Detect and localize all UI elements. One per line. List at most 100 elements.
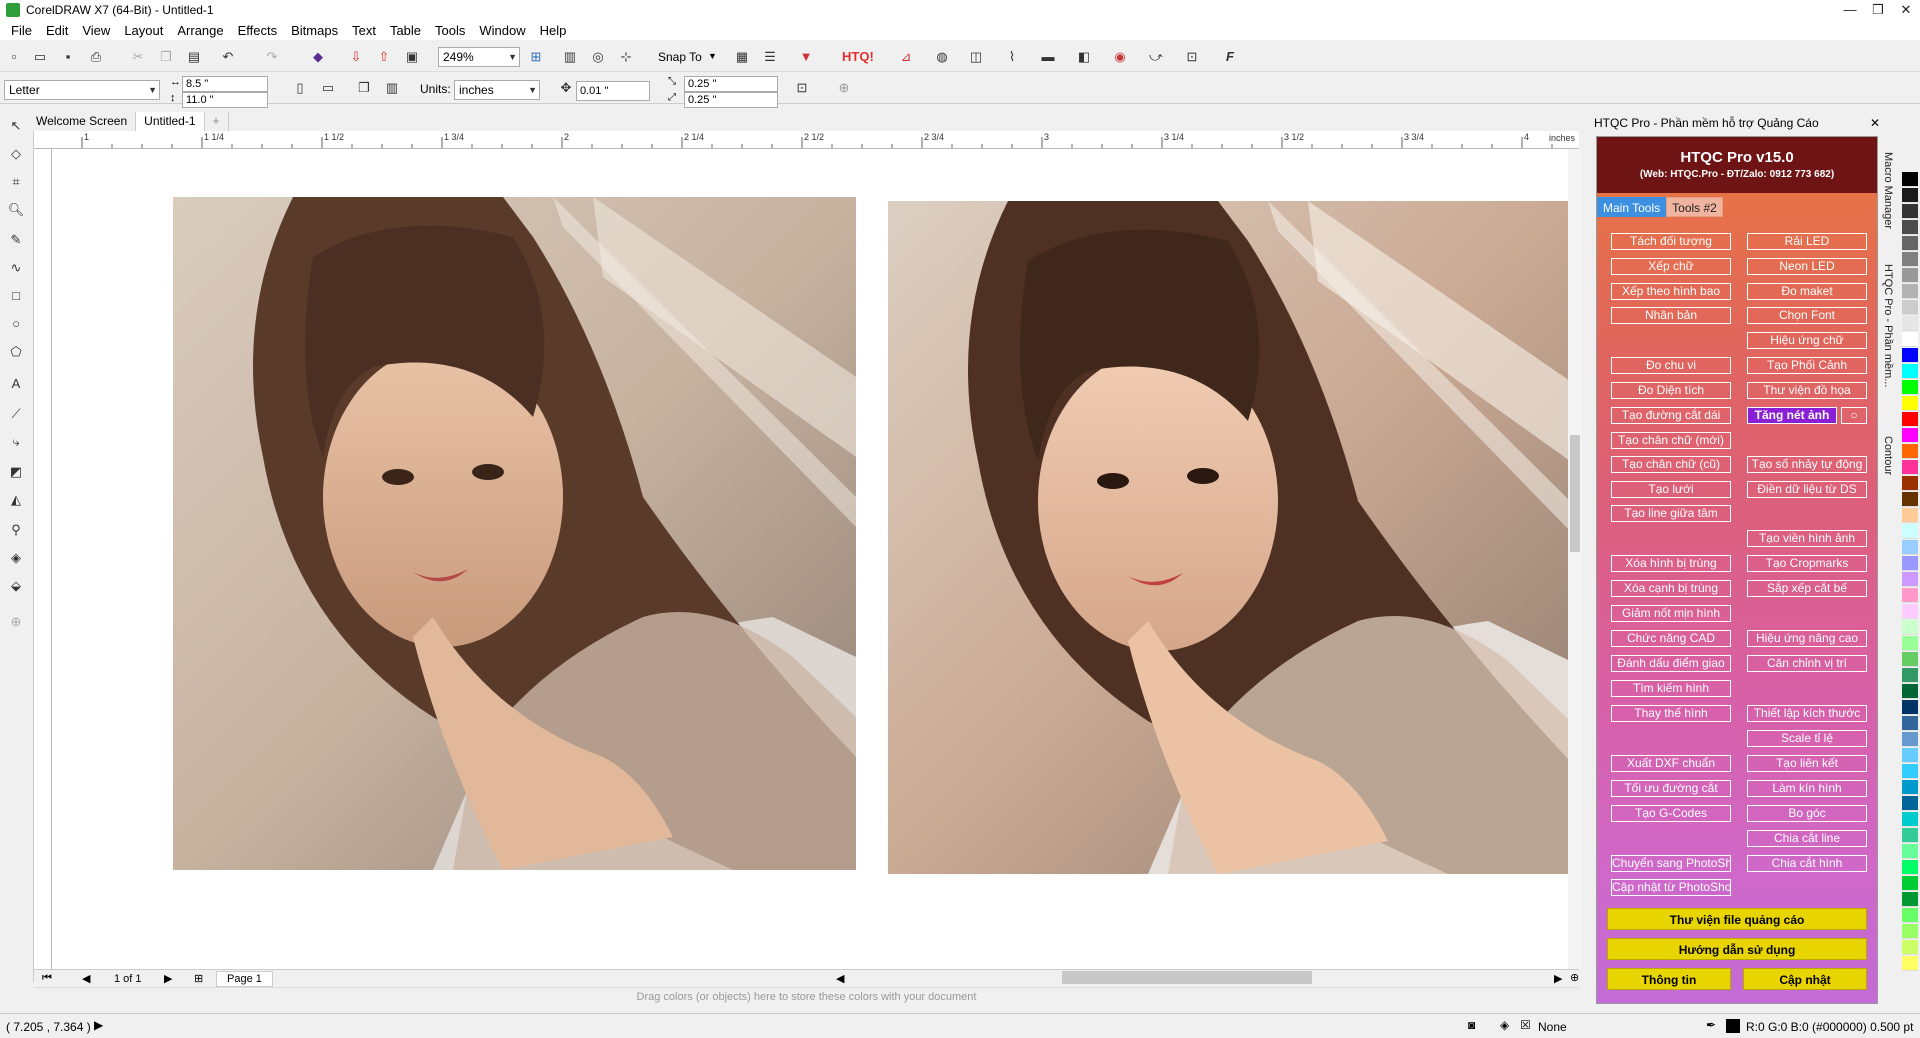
drop-shadow-icon[interactable]: ◩ [6, 462, 26, 482]
plugin-button[interactable]: Thay thế hình [1611, 705, 1731, 722]
page-tab[interactable]: Page 1 [216, 971, 273, 987]
plugin-button[interactable]: Tạo số nhảy tự động [1747, 456, 1867, 473]
color-swatch[interactable] [1902, 444, 1918, 459]
plugin-button[interactable]: Chọn Font [1747, 307, 1867, 324]
plugin-button[interactable]: Neon LED [1747, 258, 1867, 275]
tab-macro-manager[interactable]: Macro Manager [1882, 152, 1894, 229]
color-swatch[interactable] [1902, 892, 1918, 907]
color-swatch[interactable] [1902, 684, 1918, 699]
undo-icon[interactable]: ↶ [218, 47, 238, 67]
eyedropper-icon[interactable]: ⚲ [6, 520, 26, 540]
color-swatch[interactable] [1902, 860, 1918, 875]
color-swatch[interactable] [1902, 332, 1918, 347]
color-swatch[interactable] [1902, 796, 1918, 811]
units-combo[interactable]: inches ▼ [454, 80, 540, 100]
bitmap-sharpened[interactable] [888, 201, 1570, 874]
tab-htqc-pro[interactable]: HTQC Pro - Phần mềm... [1882, 264, 1894, 387]
add-icon[interactable]: ⊕ [834, 78, 854, 98]
color-swatch[interactable] [1902, 396, 1918, 411]
plugin-button[interactable]: Bo góc [1747, 805, 1867, 822]
color-swatch[interactable] [1902, 780, 1918, 795]
color-swatch[interactable] [1902, 844, 1918, 859]
plugin-button[interactable]: Cập nhật từ PhotoSho [1611, 879, 1731, 896]
color-proof-icon[interactable]: ◙ [1468, 1018, 1475, 1032]
menu-table[interactable]: Table [383, 23, 428, 38]
color-swatch[interactable] [1902, 412, 1918, 427]
maximize-button[interactable]: ❒ [1863, 0, 1893, 20]
color-swatch[interactable] [1902, 956, 1918, 971]
user-guide-button[interactable]: Hướng dẫn sử dụng [1607, 938, 1867, 960]
menu-help[interactable]: Help [533, 23, 574, 38]
sharpen-image-button[interactable]: Tăng nét ảnh [1747, 407, 1837, 424]
plugin-button[interactable]: Thư viện đồ họa [1747, 382, 1867, 399]
plugin-button[interactable]: Chia cắt line [1747, 830, 1867, 847]
color-swatch[interactable] [1902, 604, 1918, 619]
menu-layout[interactable]: Layout [117, 23, 170, 38]
color-swatch[interactable] [1902, 172, 1918, 187]
connector-tool-icon[interactable]: ⤷ [6, 432, 26, 452]
menu-text[interactable]: Text [345, 23, 383, 38]
color-swatch[interactable] [1902, 940, 1918, 955]
color-swatch[interactable] [1902, 876, 1918, 891]
color-swatch[interactable] [1902, 908, 1918, 923]
color-swatch[interactable] [1902, 556, 1918, 571]
plugin-button[interactable]: Sắp xếp cắt bế [1747, 580, 1867, 597]
scroll-left-icon[interactable]: ◀ [836, 972, 844, 985]
page-size-combo[interactable]: Letter ▼ [4, 80, 160, 100]
new-document-icon[interactable]: ▫ [4, 47, 24, 67]
parallel-dimension-icon[interactable]: ⟋ [6, 404, 26, 424]
plugin-button[interactable]: Điền dữ liệu từ DS [1747, 481, 1867, 498]
color-swatch[interactable] [1902, 828, 1918, 843]
outline-pen-icon[interactable]: ✒ [1706, 1018, 1716, 1032]
close-button[interactable]: ✕ [1891, 0, 1920, 20]
menu-edit[interactable]: Edit [39, 23, 75, 38]
duplicate-distance-y-field[interactable]: 0.25 " [684, 92, 778, 108]
color-swatch[interactable] [1902, 428, 1918, 443]
color-swatch[interactable] [1902, 268, 1918, 283]
cut-icon[interactable]: ✂ [128, 47, 148, 67]
add-page-icon[interactable]: ⊞ [194, 972, 203, 985]
all-pages-icon[interactable]: ❐ [354, 78, 374, 98]
plugin-button[interactable]: Hiệu ứng nâng cao [1747, 630, 1867, 647]
plugin-button[interactable]: Căn chỉnh vị trí [1747, 655, 1867, 672]
ad-file-library-button[interactable]: Thư viện file quảng cáo [1607, 908, 1867, 930]
duplicate-distance-x-field[interactable]: 0.25 " [684, 76, 778, 92]
tab-main-tools[interactable]: Main Tools [1597, 197, 1667, 217]
plugin-button[interactable]: Tạo chân chữ (mới) [1611, 432, 1731, 449]
color-swatch[interactable] [1902, 460, 1918, 475]
smart-fill-icon[interactable]: ⬙ [6, 576, 26, 596]
color-swatch[interactable] [1902, 348, 1918, 363]
plugin-button[interactable]: Xóa cạnh bị trùng [1611, 580, 1731, 597]
document-palette[interactable]: Drag colors (or objects) here to store t… [34, 987, 1579, 1005]
vertical-scrollbar[interactable] [1568, 149, 1582, 969]
new-tab-icon[interactable]: + [205, 112, 229, 131]
artistic-media-icon[interactable]: ∿ [6, 258, 26, 278]
plugin-button[interactable]: Xếp chữ [1611, 258, 1731, 275]
horizontal-scroll-thumb[interactable] [1062, 971, 1312, 984]
current-page-icon[interactable]: ▥ [382, 78, 402, 98]
color-swatch[interactable] [1902, 284, 1918, 299]
info-button[interactable]: Thông tin [1607, 968, 1731, 990]
plugin-button[interactable]: Tạo Cropmarks [1747, 555, 1867, 572]
ellipse-tool-icon[interactable]: ○ [6, 314, 26, 334]
plugin-button[interactable]: Scale tỉ lệ [1747, 730, 1867, 747]
plugin-button[interactable]: Chuyển sang PhotoSh [1611, 855, 1731, 872]
polygon-tool-icon[interactable]: ⬠ [6, 342, 26, 362]
htq-toolbar-button[interactable]: HTQ! [842, 49, 874, 64]
color-swatch[interactable] [1902, 620, 1918, 635]
plugin-button[interactable]: Rải LED [1747, 233, 1867, 250]
plugin-button[interactable]: Thiết lập kích thước [1747, 705, 1867, 722]
plugin-button[interactable]: Tạo đường cắt dái [1611, 407, 1731, 424]
sharpen-options-button[interactable]: ○ [1841, 407, 1867, 424]
fill-icon[interactable]: ◈ [1500, 1018, 1509, 1032]
landscape-icon[interactable]: ▭ [318, 78, 338, 98]
show-grid-icon[interactable]: ⊹ [616, 47, 636, 67]
page-height-field[interactable]: 11.0 " [182, 92, 268, 108]
import-icon[interactable]: ⇩ [346, 47, 366, 67]
tab-tools-2[interactable]: Tools #2 [1666, 197, 1723, 217]
paste-icon[interactable]: ▤ [184, 47, 204, 67]
plugin-button[interactable]: Xếp theo hình bao [1611, 283, 1731, 300]
plugin-button[interactable]: Tạo viền hình ảnh [1747, 530, 1867, 547]
plugin-button[interactable]: Đo maket [1747, 283, 1867, 300]
page-width-field[interactable]: 8.5 " [182, 76, 268, 92]
